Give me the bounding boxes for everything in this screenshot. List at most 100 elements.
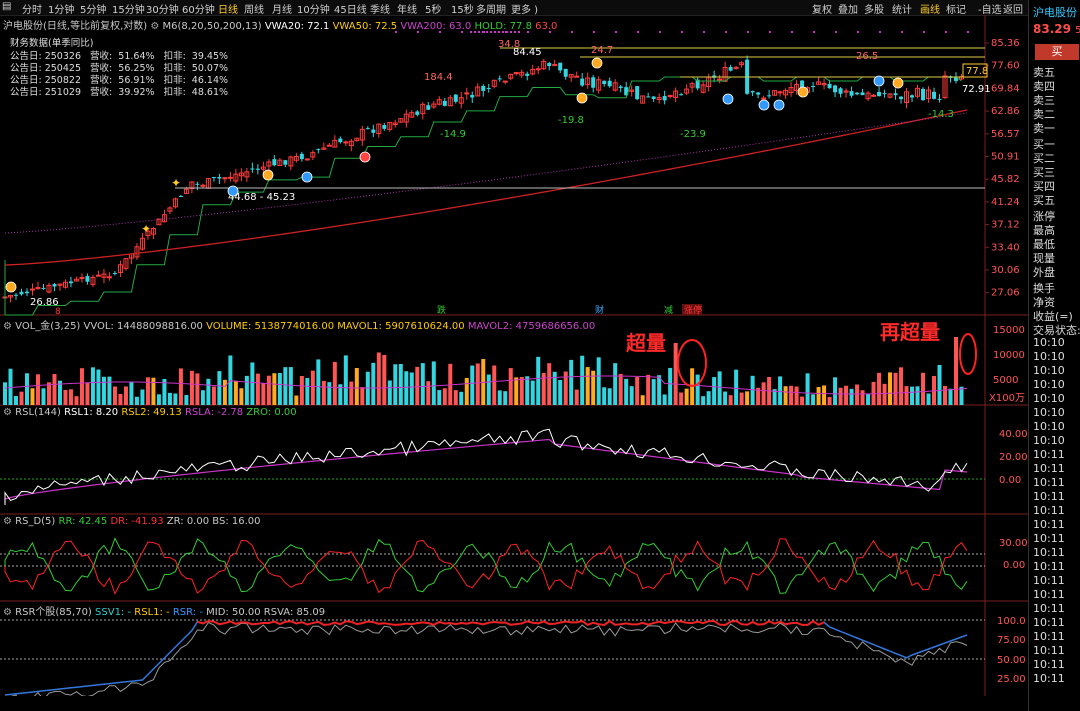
period-tab-6[interactable]: 日线 [218, 1, 238, 16]
volume-bar [426, 381, 431, 405]
volume-bar [19, 391, 24, 405]
period-tab-9[interactable]: 10分钟 [297, 1, 330, 16]
volume-bar [651, 379, 656, 405]
volume-bar [261, 383, 266, 405]
settings-gear-icon[interactable]: ⚙ [3, 607, 12, 618]
volume-bar [712, 377, 717, 405]
settings-gear-icon[interactable]: ⚙ [3, 516, 12, 527]
period-tab-16[interactable]: 更多 ) [511, 1, 538, 16]
chart-canvas[interactable]: 85.36 77.60 69.84 62.86 56.57 50.91 45.82 41.24… [0, 15, 1028, 710]
volume-bar [277, 373, 282, 405]
signal-dot [637, 31, 639, 33]
candle-body [41, 287, 46, 289]
toolbar-menu-icon[interactable]: ▤ [2, 1, 11, 12]
add-watchlist-button[interactable]: -自选 [978, 1, 1002, 16]
volume-bar [915, 386, 920, 405]
volume-bar [129, 381, 134, 405]
candle-body [304, 158, 310, 161]
rsr-rsl1-value: RSL1: - [134, 607, 170, 618]
volume-bar [695, 374, 700, 405]
candle-body [717, 78, 723, 81]
period-tab-5[interactable]: 60分钟 [182, 1, 215, 16]
toolbar-right-0[interactable]: 复权 [812, 1, 832, 16]
buy-button[interactable]: 买 [1035, 44, 1079, 60]
candle-body [777, 91, 783, 94]
rsl-title: RSL(144) [15, 407, 61, 418]
period-tab-14[interactable]: 15秒 [451, 1, 474, 16]
volume-bar [794, 386, 799, 405]
volume-bar [206, 378, 211, 405]
candle-body [299, 153, 304, 160]
volume-bar [624, 378, 629, 405]
annotation-super-volume-again: 再超量 [880, 320, 940, 344]
volume-bar [508, 368, 513, 405]
toolbar-right-2[interactable]: 多股 [864, 1, 884, 16]
period-tab-11[interactable]: 季线 [370, 1, 390, 16]
period-tab-7[interactable]: 周线 [244, 1, 264, 16]
candle-body [112, 272, 117, 274]
period-tab-8[interactable]: 月线 [272, 1, 292, 16]
bid-level-label: 买五 [1033, 194, 1055, 207]
tick-time: 10:11 [1033, 672, 1065, 685]
candle-body [882, 93, 887, 95]
candle-body [811, 86, 816, 88]
candle-body [68, 281, 73, 284]
volume-bar [761, 382, 766, 405]
candle-body [200, 184, 206, 187]
candle-body [382, 125, 387, 129]
period-tab-12[interactable]: 年线 [397, 1, 417, 16]
signal-icon [576, 92, 588, 104]
rsr-axis-tick: 75.00 [997, 635, 1026, 646]
volume-bar [118, 393, 123, 405]
volume-bar [459, 391, 464, 405]
volume-bar [750, 375, 755, 405]
candle-body [635, 86, 640, 100]
back-button[interactable]: 返回 [1003, 1, 1023, 16]
volume-bar [404, 371, 409, 405]
candle-body [827, 83, 832, 89]
period-tab-3[interactable]: 15分钟 [112, 1, 145, 16]
volume-bar [30, 388, 35, 405]
period-tab-2[interactable]: 5分钟 [80, 1, 106, 16]
candle-body [481, 85, 486, 91]
kline-chart-area[interactable]: 85.36 77.60 69.84 62.86 56.57 50.91 45.82 41.24… [0, 15, 1028, 710]
mavol2-value: MAVOL2: 4759686656.00 [467, 321, 596, 332]
period-tab-0[interactable]: 分时 [22, 1, 42, 16]
volume-bar [189, 370, 194, 405]
candle-body [316, 148, 321, 150]
trough-label: -14.3 [928, 109, 954, 120]
settings-gear-icon[interactable]: ⚙ [3, 407, 12, 418]
period-tab-4[interactable]: 30分钟 [146, 1, 179, 16]
volume-bar [959, 386, 964, 405]
volume-bar [233, 380, 238, 405]
signal-icon [359, 151, 371, 163]
volume-bar [580, 355, 585, 405]
vwa200-value: VWA200: 63.0 [400, 21, 472, 32]
toolbar-right-4[interactable]: 画线 [920, 1, 940, 16]
candle-body [222, 177, 228, 180]
indicator-name: M6(8,20,50,200,13) [162, 21, 262, 32]
volume-bar [948, 388, 953, 405]
period-tab-13[interactable]: 5秒 [425, 1, 441, 16]
candle-body [486, 88, 491, 90]
rsl-axis-tick: 0.00 [999, 475, 1021, 486]
volume-bar [536, 356, 541, 405]
toolbar-right-1[interactable]: 叠加 [838, 1, 858, 16]
period-tab-15[interactable]: 多周期 [476, 1, 506, 16]
volume-axis-tick: 15000 [993, 325, 1025, 336]
volume-bar [860, 390, 865, 405]
toolbar-right-3[interactable]: 统计 [892, 1, 912, 16]
event-marker: 财 [595, 304, 604, 316]
volume-bar [123, 386, 128, 405]
signal-dot [659, 31, 661, 33]
settings-gear-icon[interactable]: ⚙ [3, 321, 12, 332]
settings-gear-icon[interactable]: ⚙ [150, 21, 159, 32]
toolbar-right-5[interactable]: 标记 [946, 1, 966, 16]
candle-body [343, 141, 349, 144]
zro-value: ZRO: 0.00 [246, 407, 297, 418]
period-tab-10[interactable]: 45日线 [334, 1, 367, 16]
rsr-axis-tick: 50.00 [997, 655, 1026, 666]
period-tab-1[interactable]: 1分钟 [48, 1, 74, 16]
volume-bar [673, 343, 678, 405]
candle-body [464, 92, 470, 95]
